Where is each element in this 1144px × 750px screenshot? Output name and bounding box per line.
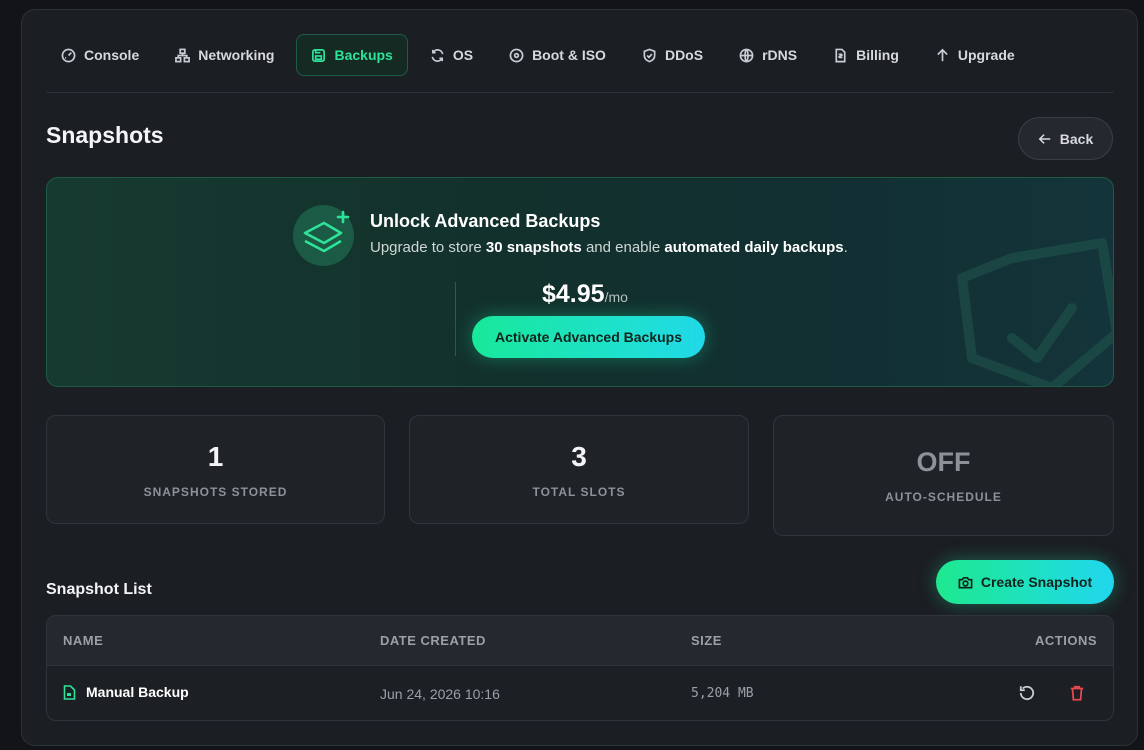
tab-billing[interactable]: Billing <box>819 34 913 76</box>
tab-rdns-label: rDNS <box>762 47 798 63</box>
promo-sub-prefix: Upgrade to store <box>370 239 486 256</box>
disc-icon <box>509 48 524 62</box>
snapshot-table: NAME DATE CREATED SIZE ACTIONS Manual Ba… <box>46 615 1114 721</box>
save-icon <box>312 48 326 62</box>
column-header-name: NAME <box>63 633 104 648</box>
arrow-left-icon <box>1038 133 1051 144</box>
snapshot-name-cell: Manual Backup <box>63 684 189 700</box>
network-icon <box>175 48 191 62</box>
table-row: Manual Backup Jun 24, 2026 10:16 5,204 M… <box>47 666 1113 720</box>
upgrade-promo-banner: Unlock Advanced Backups Upgrade to store… <box>46 177 1114 387</box>
tab-upgrade-label: Upgrade <box>957 47 1015 63</box>
tab-billing-label: Billing <box>856 47 899 63</box>
create-snapshot-button[interactable]: Create Snapshot <box>936 560 1114 604</box>
tab-ddos-label: DDoS <box>664 47 704 63</box>
back-button[interactable]: Back <box>1018 117 1113 160</box>
tab-os[interactable]: OS <box>416 34 487 76</box>
create-snapshot-label: Create Snapshot <box>980 574 1093 590</box>
snapshot-date: Jun 24, 2026 10:16 <box>380 686 500 702</box>
file-icon <box>63 684 76 700</box>
promo-price: $4.95/mo <box>542 280 628 309</box>
price-amount: $4.95 <box>542 280 605 308</box>
tab-rdns[interactable]: rDNS <box>725 34 811 76</box>
receipt-icon <box>835 48 846 62</box>
tab-console-label: Console <box>84 47 140 63</box>
stat-label: SNAPSHOTS STORED <box>143 484 288 499</box>
stat-snapshots-stored: 1 SNAPSHOTS STORED <box>46 415 385 524</box>
tab-backups[interactable]: Backups <box>296 34 408 76</box>
tab-divider <box>46 92 1114 93</box>
shield-check-watermark-icon <box>957 238 1113 386</box>
column-header-date: DATE CREATED <box>380 633 486 648</box>
tab-upgrade[interactable]: Upgrade <box>921 34 1029 76</box>
tab-backups-label: Backups <box>334 47 393 63</box>
back-button-label: Back <box>1059 130 1094 147</box>
promo-divider <box>455 282 456 356</box>
restore-icon[interactable] <box>1018 684 1036 702</box>
price-unit: /mo <box>604 289 628 305</box>
layers-plus-icon <box>293 205 354 266</box>
globe-icon <box>739 48 754 62</box>
page-title: Snapshots <box>46 122 164 148</box>
promo-description: Upgrade to store 30 snapshots and enable… <box>370 239 848 256</box>
tab-networking-label: Networking <box>198 47 275 63</box>
tab-console[interactable]: Console <box>47 34 153 76</box>
promo-title: Unlock Advanced Backups <box>370 211 601 231</box>
stat-value: 3 <box>571 440 587 472</box>
shield-icon <box>643 48 656 62</box>
stat-value: 1 <box>207 440 224 472</box>
promo-sub-suffix: . <box>843 239 848 256</box>
refresh-icon <box>431 48 444 62</box>
snapshot-size: 5,204 MB <box>691 686 754 701</box>
tab-os-label: OS <box>452 47 474 63</box>
activate-advanced-backups-button[interactable]: Activate Advanced Backups <box>472 316 705 358</box>
table-header: NAME DATE CREATED SIZE ACTIONS <box>47 616 1113 666</box>
stat-value: OFF <box>916 447 971 477</box>
tab-boot-iso[interactable]: Boot & ISO <box>495 34 620 76</box>
promo-sub-automated: automated daily backups <box>664 239 844 256</box>
promo-sub-snapshots: 30 snapshots <box>485 239 582 256</box>
delete-icon[interactable] <box>1068 684 1086 702</box>
promo-sub-mid: and enable <box>581 239 665 256</box>
tab-networking[interactable]: Networking <box>161 34 288 76</box>
column-header-size: SIZE <box>691 633 722 648</box>
tab-bar: Console Networking Backups OS Boot & ISO… <box>47 34 1037 76</box>
tab-ddos[interactable]: DDoS <box>628 34 717 76</box>
column-header-actions: ACTIONS <box>1035 633 1097 648</box>
gauge-icon <box>61 48 76 62</box>
stat-label: TOTAL SLOTS <box>532 484 626 499</box>
camera-icon <box>958 576 973 588</box>
stat-total-slots: 3 TOTAL SLOTS <box>409 415 749 524</box>
main-panel: Console Networking Backups OS Boot & ISO… <box>21 9 1138 746</box>
stat-auto-schedule[interactable]: OFF AUTO-SCHEDULE <box>773 415 1114 536</box>
arrow-up-icon <box>937 48 948 61</box>
snapshot-list-title: Snapshot List <box>46 581 152 598</box>
stat-label: AUTO-SCHEDULE <box>885 490 1002 504</box>
snapshot-name: Manual Backup <box>86 684 189 700</box>
tab-boot-iso-label: Boot & ISO <box>532 47 606 63</box>
